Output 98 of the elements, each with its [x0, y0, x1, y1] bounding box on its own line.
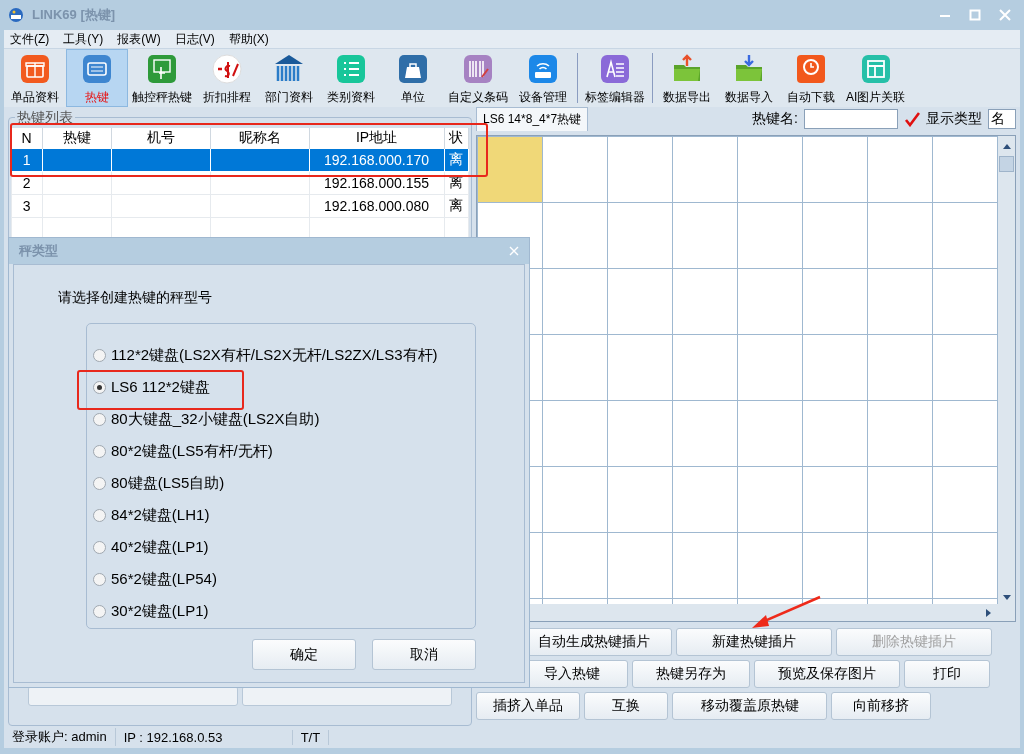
dialog-title: 秤类型 [19, 242, 58, 260]
option-label[interactable]: 84*2键盘(LH1) [111, 505, 210, 525]
toolbar-button[interactable]: 类别资料 [320, 49, 382, 107]
menu-item[interactable]: 日志(V) [168, 30, 223, 48]
toolbar-button[interactable]: 标签编辑器 [581, 49, 649, 107]
option-label[interactable]: 112*2键盘(LS2X有杆/LS2X无杆/LS2ZX/LS3有杆) [111, 345, 438, 365]
weight-icon [397, 53, 429, 85]
table-cell: 离 [449, 197, 464, 213]
status-text: 登录账户: admin [4, 728, 116, 746]
hotkey-slot[interactable] [478, 137, 542, 202]
radio-button[interactable] [93, 508, 106, 522]
button[interactable]: 插挤入单品 [476, 692, 580, 720]
toolbar-button[interactable]: AI图片关联 [842, 49, 910, 107]
annotation-arrow [750, 595, 822, 631]
button[interactable]: 新建热键插片 [676, 628, 832, 656]
scroll-thumb[interactable] [999, 156, 1014, 172]
radio-button[interactable] [93, 540, 106, 554]
app-logo-icon [8, 7, 24, 23]
gift-box-icon [19, 53, 51, 85]
hotkey-name-field[interactable] [804, 109, 898, 129]
tab[interactable]: LS6 14*8_4*7热键 [476, 107, 589, 131]
table-cell: 192.168.000.155 [323, 175, 430, 191]
table-row[interactable]: 3 192.168.000.080 离 [11, 194, 469, 218]
prompt-text: 请选择创建热键的秤型号 [58, 289, 213, 307]
keyboard-icon [81, 53, 113, 85]
option-label[interactable]: 40*2键盘(LP1) [111, 537, 209, 557]
touch-screen-icon [146, 53, 178, 85]
toolbar-button[interactable]: 设备管理 [512, 49, 574, 107]
window-title: LINK69 [热键] [32, 6, 116, 24]
checkbox-label: 显示类型 [926, 110, 982, 128]
option-label[interactable]: 56*2键盘(LP54) [111, 569, 217, 589]
status-text: T/T [292, 729, 330, 745]
clock-icon [795, 53, 827, 85]
button[interactable]: 确定 [252, 639, 356, 670]
option-label[interactable]: 80键盘(LS5自助) [111, 473, 225, 493]
table-cell: 2 [22, 175, 31, 191]
column-header[interactable]: N [11, 128, 42, 149]
dropdown[interactable]: 名 [988, 109, 1016, 129]
column-header[interactable]: 热键 [42, 128, 111, 149]
toolbar-button[interactable]: 自定义条码 [444, 49, 512, 107]
button[interactable]: 移动覆盖原热键 [672, 692, 827, 720]
scroll-down-icon[interactable] [1001, 594, 1012, 602]
toolbar-button[interactable]: 折扣排程 [196, 49, 258, 107]
radio-button[interactable] [93, 348, 106, 362]
router-icon [527, 53, 559, 85]
menu-item[interactable]: 帮助(X) [222, 30, 277, 48]
scroll-up-icon[interactable] [1001, 142, 1012, 150]
toolbar-button[interactable]: 自动下载 [780, 49, 842, 107]
list-icon [335, 53, 367, 85]
table-cell: 3 [22, 198, 31, 214]
radio-button[interactable] [93, 604, 106, 618]
button[interactable]: 取消 [372, 639, 476, 670]
radio-button[interactable] [93, 444, 106, 458]
menu-item[interactable]: 工具(Y) [57, 30, 112, 48]
barcode-icon [462, 53, 494, 85]
button[interactable]: 互换 [584, 692, 668, 720]
field-label: 热键名: [752, 110, 798, 128]
button[interactable]: 预览及保存图片 [754, 660, 900, 688]
toolbar-button[interactable]: 触控秤热键 [128, 49, 196, 107]
column-header[interactable]: 状 [444, 128, 469, 149]
close-icon[interactable] [509, 246, 519, 256]
toolbar-button[interactable]: 数据导入 [718, 49, 780, 107]
table-cell: 1 [22, 152, 31, 168]
column-header[interactable]: IP地址 [309, 128, 444, 149]
button[interactable] [242, 686, 452, 706]
option-label[interactable]: 30*2键盘(LP1) [111, 601, 209, 621]
menu-item[interactable]: 报表(W) [111, 30, 169, 48]
table-cell: 离 [449, 151, 464, 167]
radio-button[interactable] [93, 572, 106, 586]
button[interactable] [28, 686, 238, 706]
button[interactable]: 向前移挤 [831, 692, 931, 720]
close-icon[interactable] [999, 9, 1011, 21]
table-cell: 192.168.000.080 [323, 198, 430, 214]
menu-item[interactable]: 文件(Z) [4, 30, 58, 48]
table-row[interactable]: 1 192.168.000.170 离 [11, 148, 469, 172]
vertical-scrollbar[interactable] [998, 136, 1015, 604]
label-editor-icon [599, 53, 631, 85]
button[interactable]: 打印 [904, 660, 990, 688]
maximize-icon[interactable] [969, 9, 981, 21]
column-header[interactable]: 机号 [111, 128, 210, 149]
option-label[interactable]: LS6 112*2键盘 [111, 377, 210, 397]
radio-button[interactable] [93, 476, 106, 490]
button[interactable]: 热键另存为 [632, 660, 750, 688]
checkbox[interactable] [904, 111, 920, 127]
discount-icon [211, 53, 243, 85]
toolbar-button[interactable]: 部门资料 [258, 49, 320, 107]
toolbar-button[interactable]: 单位 [382, 49, 444, 107]
status-text: IP : 192.168.0.53 [115, 729, 293, 745]
scroll-right-icon[interactable] [985, 607, 993, 618]
toolbar-button[interactable]: 单品资料 [4, 49, 66, 107]
toolbar-button[interactable]: 数据导出 [656, 49, 718, 107]
radio-button[interactable] [93, 380, 106, 394]
radio-button[interactable] [93, 412, 106, 426]
option-label[interactable]: 80大键盘_32小键盘(LS2X自助) [111, 409, 320, 429]
option-label[interactable]: 80*2键盘(LS5有杆/无杆) [111, 441, 273, 461]
layout-icon [859, 53, 892, 85]
table-cell: 192.168.000.170 [323, 152, 430, 168]
column-header[interactable]: 昵称名 [210, 128, 309, 149]
